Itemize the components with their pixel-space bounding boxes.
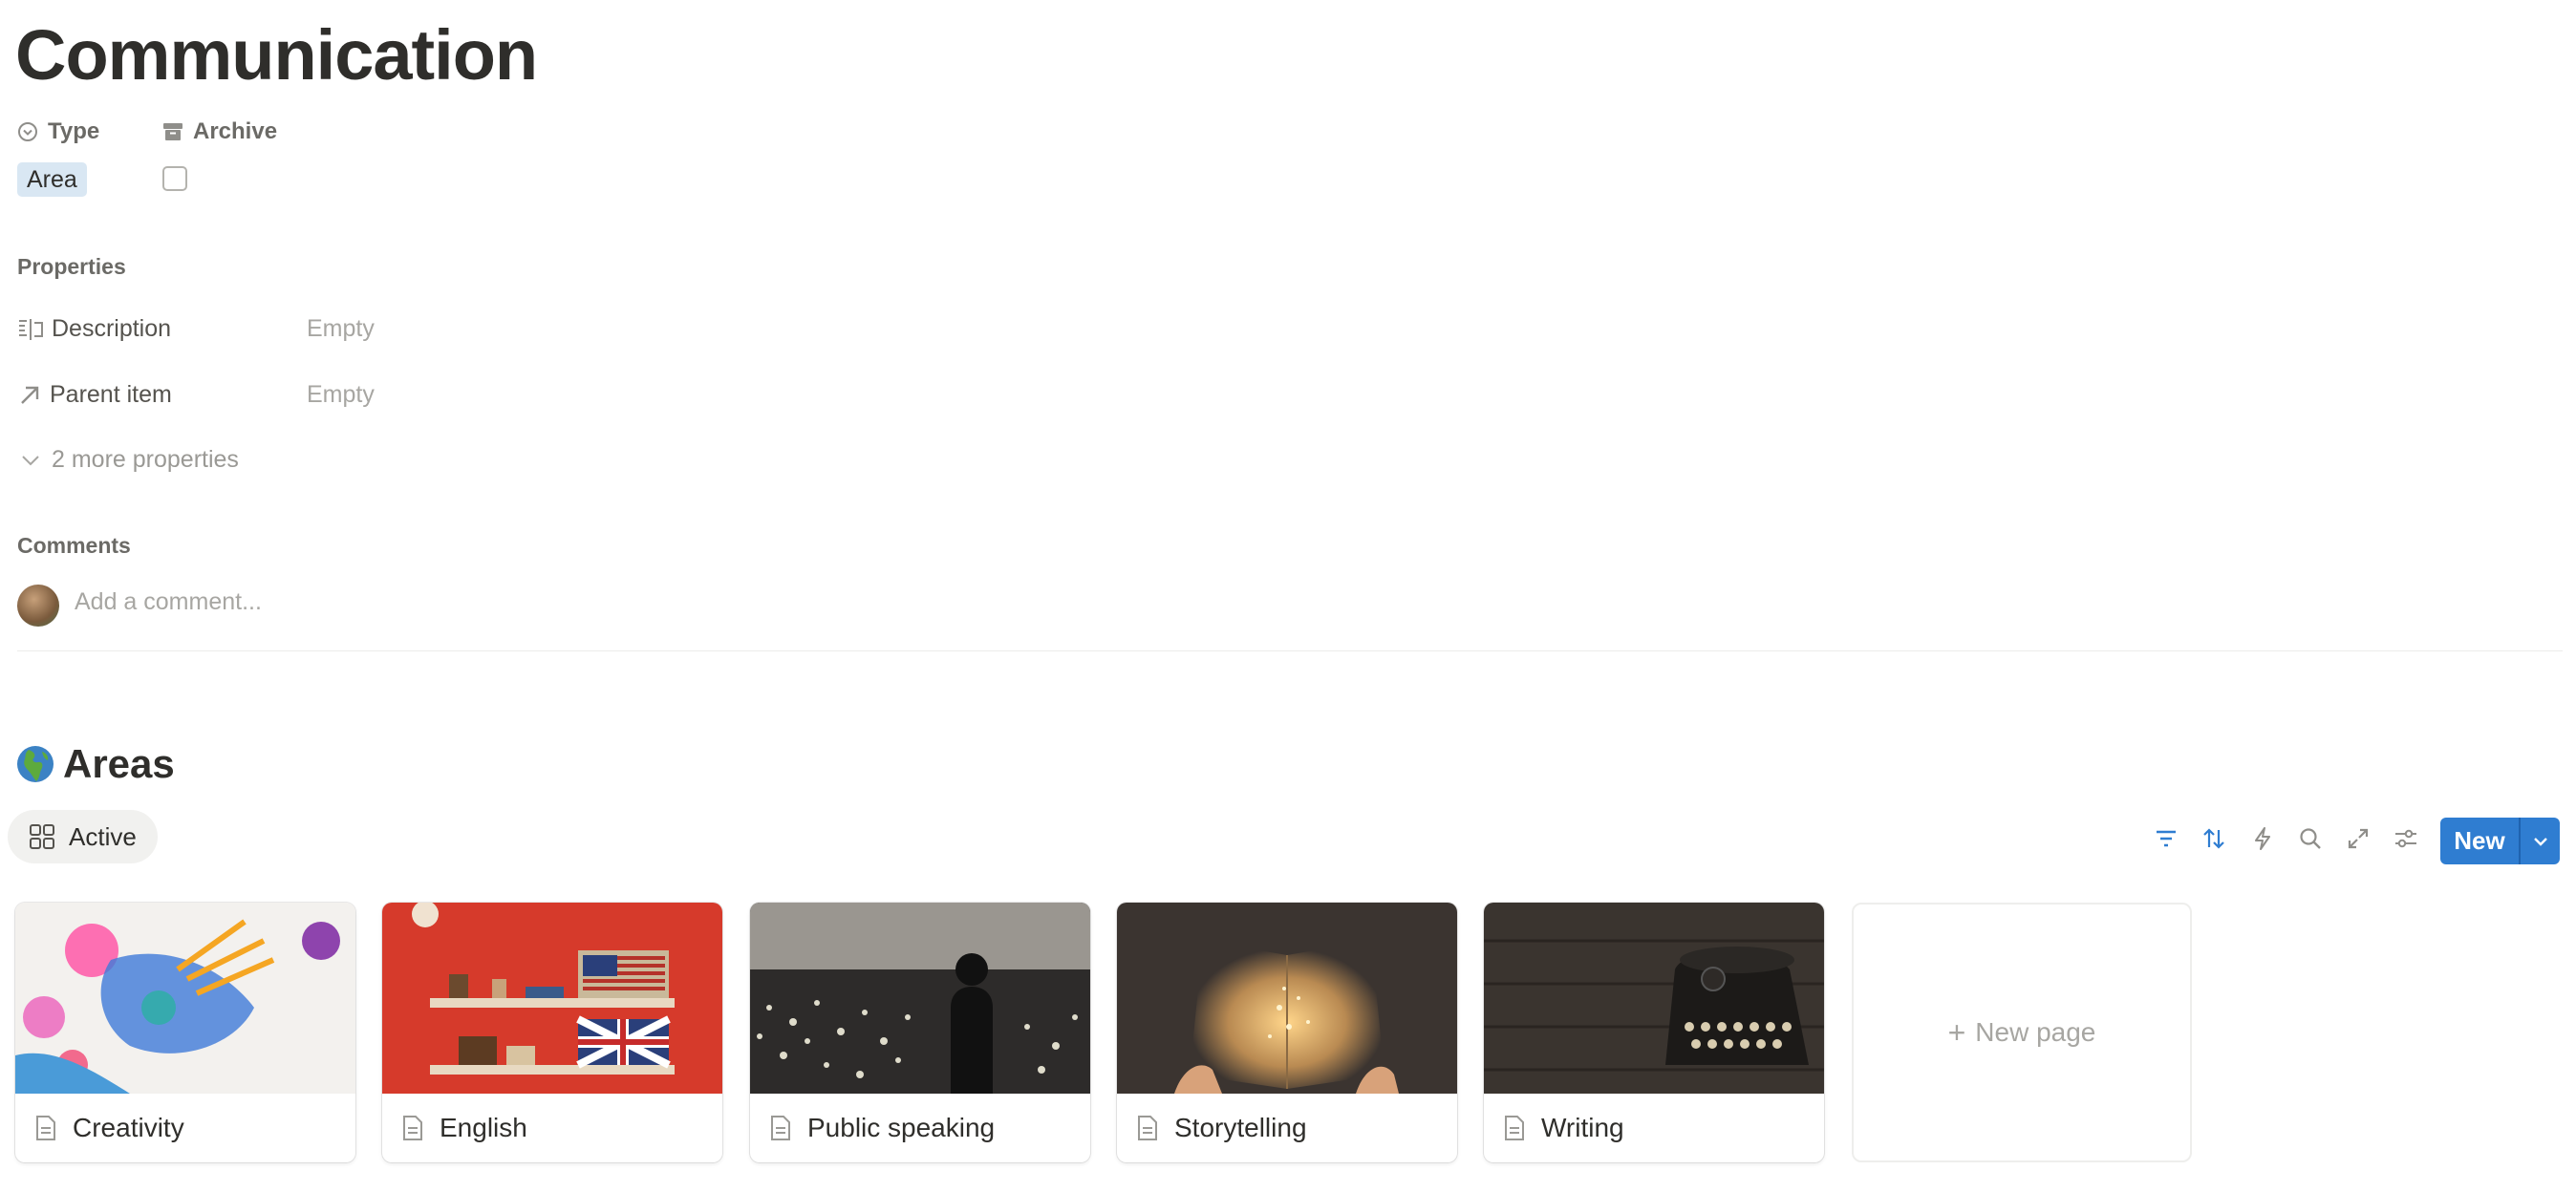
search-icon[interactable] — [2296, 824, 2325, 853]
card-title: Creativity — [73, 1113, 184, 1142]
select-circle-icon — [18, 122, 37, 141]
card-cover-image — [382, 903, 722, 1094]
page-icon — [36, 1116, 55, 1140]
gallery-card-storytelling[interactable]: Storytelling — [1117, 903, 1457, 1162]
parent-item-label: Parent item — [50, 381, 172, 408]
card-title: Storytelling — [1174, 1113, 1307, 1142]
type-value-tag[interactable]: Area — [17, 162, 87, 197]
page-icon — [1138, 1116, 1157, 1140]
properties-section-label: Properties — [17, 254, 126, 279]
settings-sliders-icon[interactable] — [2392, 824, 2420, 853]
avatar — [17, 585, 59, 627]
more-properties-label: 2 more properties — [52, 446, 239, 473]
more-properties-toggle[interactable]: 2 more properties — [19, 446, 239, 474]
new-page-label: New page — [1975, 1017, 2096, 1047]
card-cover-image — [750, 903, 1090, 1094]
card-cover-image — [15, 903, 355, 1094]
new-page-card[interactable]: + New page — [1852, 903, 2192, 1162]
expand-icon[interactable] — [2344, 824, 2372, 853]
areas-title: Areas — [63, 741, 175, 786]
card-cover-image — [1117, 903, 1457, 1094]
globe-europe-africa-icon — [17, 746, 54, 782]
archive-box-icon — [163, 123, 182, 140]
new-dropdown-button[interactable] — [2521, 818, 2560, 864]
gallery-card-writing[interactable]: Writing — [1484, 903, 1824, 1162]
gallery-card-english[interactable]: English — [382, 903, 722, 1162]
new-button[interactable]: New — [2440, 818, 2560, 864]
description-label: Description — [52, 315, 172, 342]
gallery-card-public-speaking[interactable]: Public speaking — [750, 903, 1090, 1162]
type-property-header[interactable]: Type — [17, 118, 99, 145]
filter-icon[interactable] — [2152, 824, 2180, 853]
comment-input[interactable]: Add a comment... — [75, 588, 262, 616]
description-value[interactable]: Empty — [307, 315, 375, 343]
plus-icon: + — [1947, 1014, 1966, 1050]
page-icon — [771, 1116, 790, 1140]
page-icon — [403, 1116, 422, 1140]
page-title[interactable]: Communication — [15, 10, 538, 101]
card-cover-image — [1484, 903, 1824, 1094]
card-title: Writing — [1541, 1113, 1624, 1142]
lightning-icon[interactable] — [2248, 824, 2277, 853]
chevron-down-icon — [2533, 837, 2547, 846]
new-button-label[interactable]: New — [2440, 818, 2519, 864]
comments-section-label: Comments — [17, 533, 131, 558]
parent-item-property[interactable]: Parent item — [17, 381, 172, 409]
card-title: Public speaking — [807, 1113, 996, 1142]
view-tab-label: Active — [69, 821, 137, 851]
areas-heading[interactable]: Areas — [15, 741, 175, 787]
gallery-grid-icon — [30, 824, 54, 849]
tab-active-view[interactable]: Active — [8, 810, 158, 863]
arrow-up-right-icon — [21, 386, 39, 404]
archive-property-header[interactable]: Archive — [162, 118, 277, 145]
text-lines-icon — [19, 318, 43, 340]
type-label: Type — [48, 118, 100, 144]
divider — [17, 650, 2563, 651]
parent-item-value[interactable]: Empty — [307, 381, 375, 409]
page-icon — [1505, 1116, 1524, 1140]
chevron-down-icon — [22, 455, 39, 465]
gallery-card-creativity[interactable]: Creativity — [15, 903, 355, 1162]
sort-icon[interactable] — [2200, 824, 2228, 853]
archive-checkbox[interactable] — [162, 166, 187, 191]
archive-label: Archive — [193, 118, 278, 144]
description-property[interactable]: Description — [17, 315, 171, 343]
card-title: English — [440, 1113, 527, 1142]
